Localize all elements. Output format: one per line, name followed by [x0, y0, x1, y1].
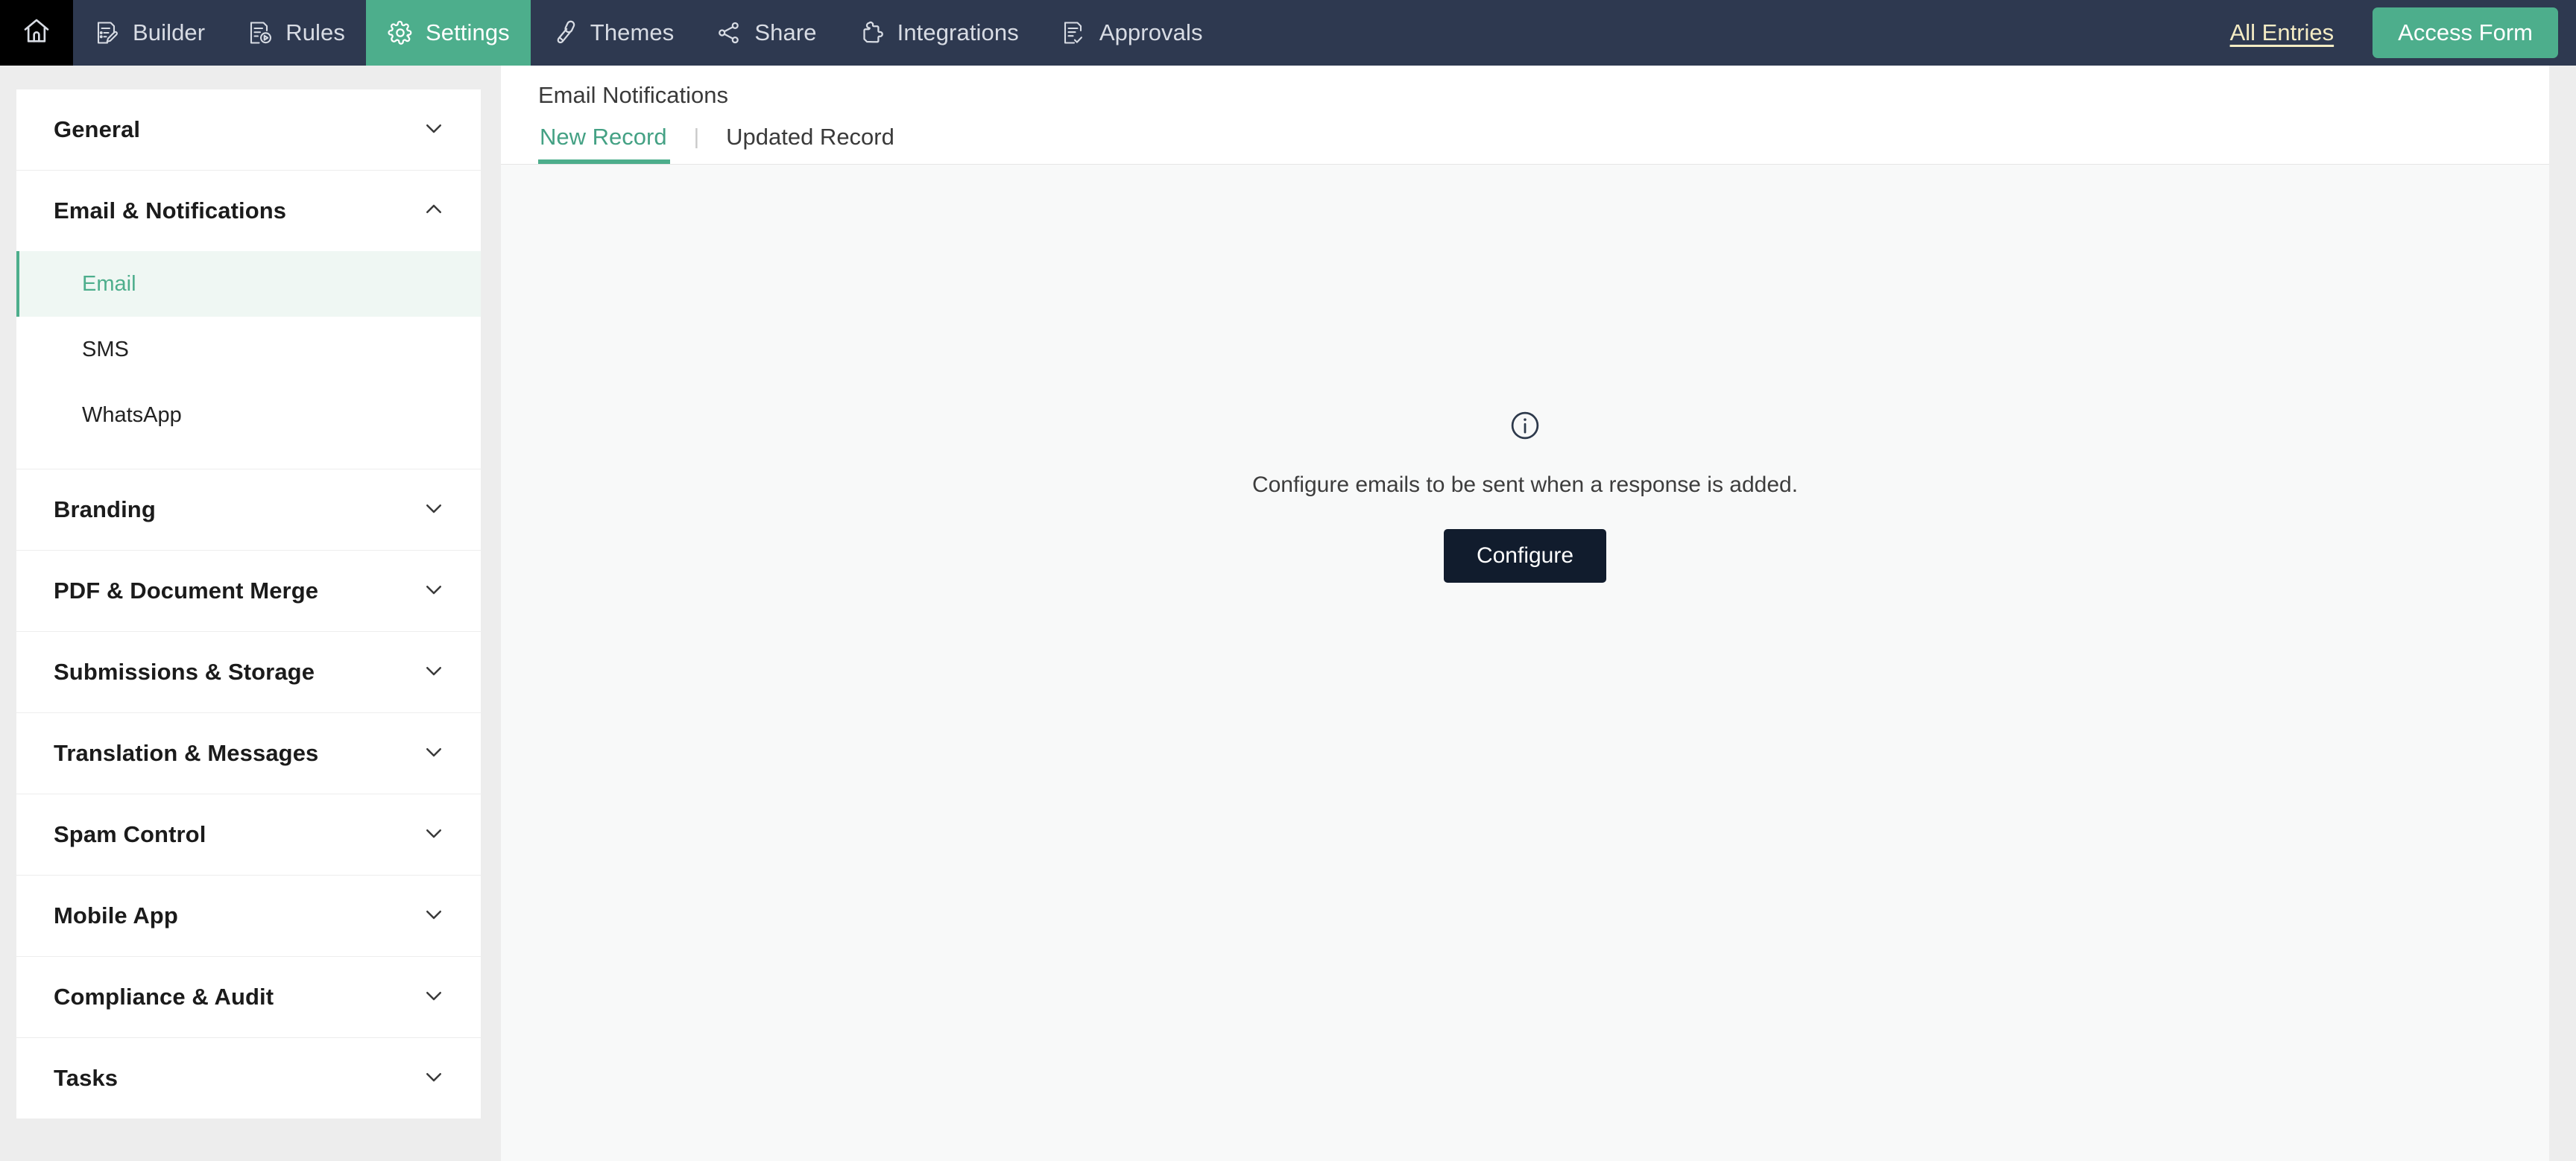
share-nodes-icon [716, 19, 742, 46]
sidebar-section-title: PDF & Document Merge [54, 578, 319, 604]
sidebar-section-branding: Branding [16, 469, 481, 551]
sidebar-section-header-translation-messages[interactable]: Translation & Messages [16, 713, 481, 794]
info-circle-icon [1509, 409, 1541, 446]
chevron-down-icon [423, 578, 445, 604]
sidebar-section-header-email-notifications[interactable]: Email & Notifications [16, 171, 481, 251]
settings-sidebar: General Email & Notifications Email SMS [0, 66, 501, 1161]
document-rules-icon [247, 19, 274, 46]
all-entries-link[interactable]: All Entries [2215, 19, 2349, 46]
nav-item-label: Share [754, 19, 817, 45]
top-navigation-bar: Builder Rules Settings Themes Share Inte… [0, 0, 2576, 66]
sidebar-section-email-notifications: Email & Notifications Email SMS WhatsApp [16, 171, 481, 469]
sidebar-section-header-submissions-storage[interactable]: Submissions & Storage [16, 632, 481, 712]
nav-item-label: Rules [285, 19, 345, 45]
chevron-down-icon [423, 984, 445, 1010]
home-button[interactable] [0, 0, 73, 66]
configure-button[interactable]: Configure [1443, 529, 1607, 583]
nav-item-rules[interactable]: Rules [226, 0, 366, 66]
paint-roller-icon [552, 19, 578, 46]
sidebar-item-whatsapp[interactable]: WhatsApp [16, 382, 481, 448]
sidebar-item-email[interactable]: Email [16, 251, 481, 317]
sidebar-section-submissions-storage: Submissions & Storage [16, 632, 481, 713]
home-icon [22, 16, 51, 50]
puzzle-piece-icon [859, 19, 886, 46]
chevron-down-icon [423, 741, 445, 767]
sidebar-item-sms[interactable]: SMS [16, 317, 481, 382]
sidebar-section-title: Submissions & Storage [54, 659, 315, 685]
main-header: Email Notifications New Record | Updated… [501, 66, 2549, 165]
sidebar-section-title: Translation & Messages [54, 740, 319, 766]
sidebar-section-header-mobile-app[interactable]: Mobile App [16, 876, 481, 956]
empty-state-message: Configure emails to be sent when a respo… [1251, 472, 1799, 497]
chevron-down-icon [423, 497, 445, 523]
sidebar-section-mobile-app: Mobile App [16, 876, 481, 957]
nav-item-label: Integrations [897, 19, 1019, 45]
nav-item-themes[interactable]: Themes [531, 0, 695, 66]
sidebar-item-label: SMS [82, 337, 129, 361]
nav-item-approvals[interactable]: Approvals [1040, 0, 1224, 66]
sidebar-section-header-tasks[interactable]: Tasks [16, 1038, 481, 1119]
nav-item-builder[interactable]: Builder [73, 0, 226, 66]
sidebar-section-title: General [54, 116, 141, 142]
nav-item-label: Builder [133, 19, 206, 45]
sidebar-section-title: Spam Control [54, 821, 206, 847]
sidebar-section-title: Branding [54, 496, 156, 522]
nav-item-share[interactable]: Share [695, 0, 837, 66]
nav-item-integrations[interactable]: Integrations [838, 0, 1040, 66]
sidebar-section-header-branding[interactable]: Branding [16, 469, 481, 550]
sidebar-section-header-spam-control[interactable]: Spam Control [16, 794, 481, 875]
tab-separator: | [693, 124, 700, 149]
sidebar-section-title: Compliance & Audit [54, 984, 274, 1010]
sidebar-section-header-pdf-document-merge[interactable]: PDF & Document Merge [16, 551, 481, 631]
nav-item-label: Settings [425, 19, 510, 45]
chevron-down-icon [423, 1066, 445, 1092]
settings-sections-card: General Email & Notifications Email SMS [16, 89, 481, 1119]
nav-item-label: Approvals [1099, 19, 1203, 45]
nav-item-label: Themes [590, 19, 675, 45]
nav-item-settings[interactable]: Settings [365, 0, 531, 66]
sidebar-subitem-list: Email SMS WhatsApp [16, 251, 481, 469]
tab-new-record[interactable]: New Record [538, 124, 670, 164]
sidebar-section-title: Mobile App [54, 902, 178, 929]
sidebar-section-title: Tasks [54, 1065, 119, 1091]
sidebar-section-spam-control: Spam Control [16, 794, 481, 876]
gear-icon [387, 19, 414, 46]
main-content-panel: Email Notifications New Record | Updated… [501, 66, 2549, 1161]
sidebar-section-compliance-audit: Compliance & Audit [16, 957, 481, 1038]
sidebar-section-header-compliance-audit[interactable]: Compliance & Audit [16, 957, 481, 1037]
sidebar-section-translation-messages: Translation & Messages [16, 713, 481, 794]
sidebar-item-label: WhatsApp [82, 402, 182, 427]
sidebar-section-pdf-document-merge: PDF & Document Merge [16, 551, 481, 632]
chevron-down-icon [423, 659, 445, 686]
chevron-down-icon [423, 117, 445, 143]
tab-updated-record[interactable]: Updated Record [724, 124, 896, 164]
empty-state: Configure emails to be sent when a respo… [501, 165, 2549, 1161]
page-title: Email Notifications [538, 82, 728, 108]
sidebar-section-tasks: Tasks [16, 1038, 481, 1119]
sidebar-section-general: General [16, 89, 481, 171]
tab-label: Updated Record [726, 124, 894, 150]
tab-label: New Record [540, 124, 667, 150]
sidebar-section-title: Email & Notifications [54, 197, 287, 224]
document-pencil-icon [94, 19, 121, 46]
access-form-button[interactable]: Access Form [2373, 7, 2558, 58]
document-check-icon [1061, 19, 1087, 46]
sidebar-item-label: Email [82, 271, 136, 296]
chevron-down-icon [423, 903, 445, 929]
chevron-down-icon [423, 822, 445, 848]
sidebar-section-header-general[interactable]: General [16, 89, 481, 170]
record-tabs: New Record | Updated Record [538, 124, 896, 164]
chevron-up-icon [423, 198, 445, 224]
